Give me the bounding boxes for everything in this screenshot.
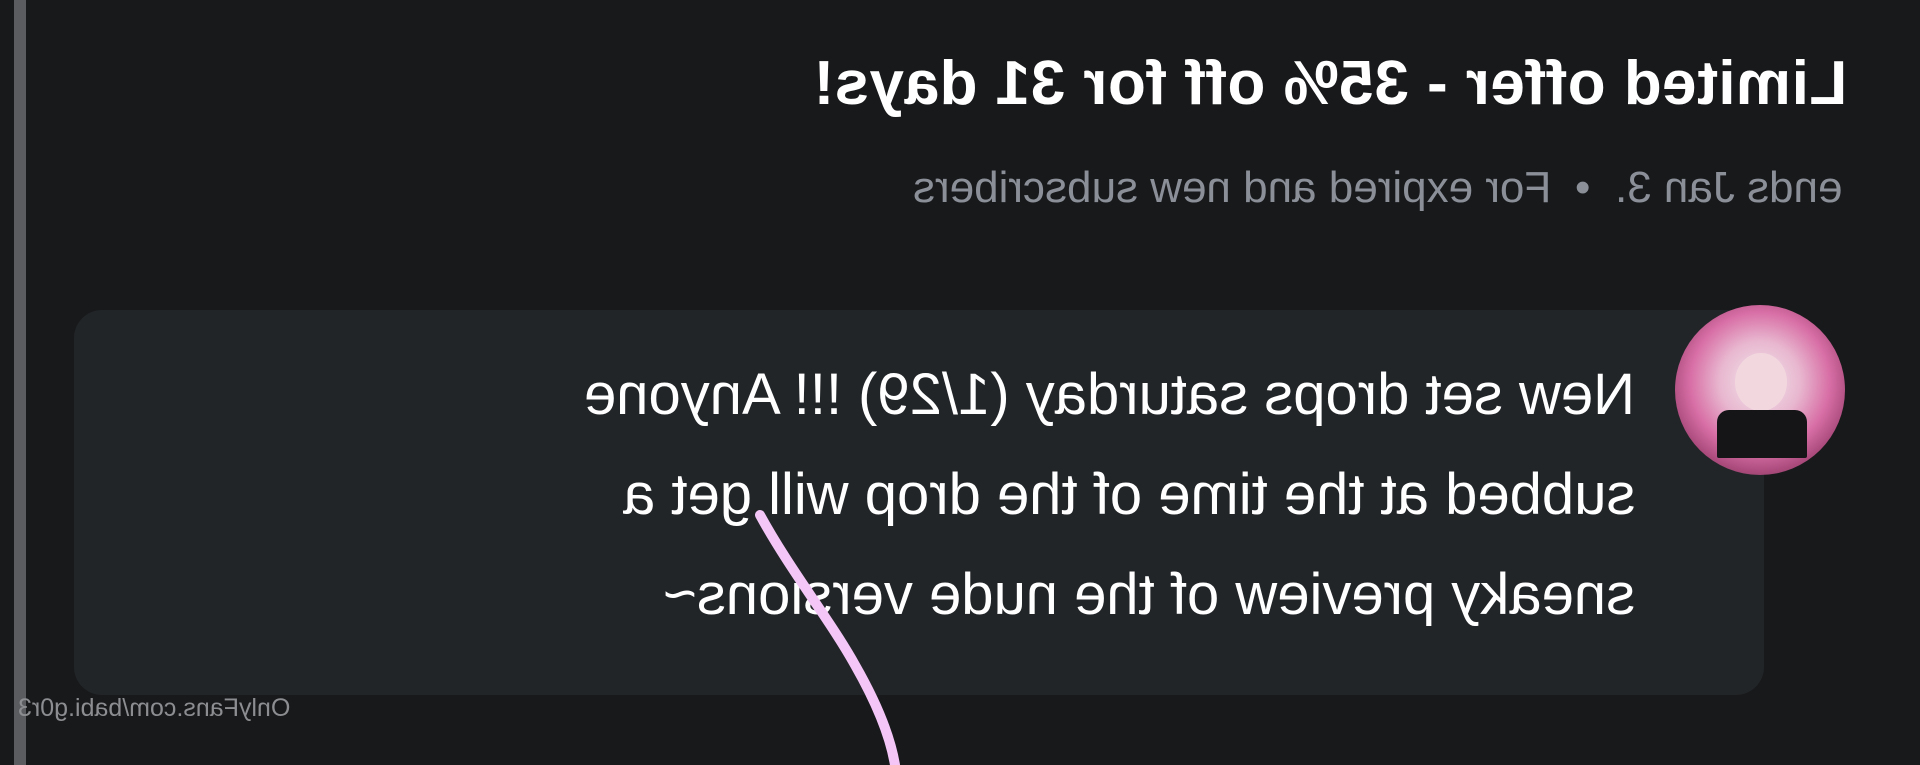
watermark: OnlyFans.com/babi.g0r3: [18, 694, 291, 722]
annotation-stroke: [755, 510, 900, 765]
